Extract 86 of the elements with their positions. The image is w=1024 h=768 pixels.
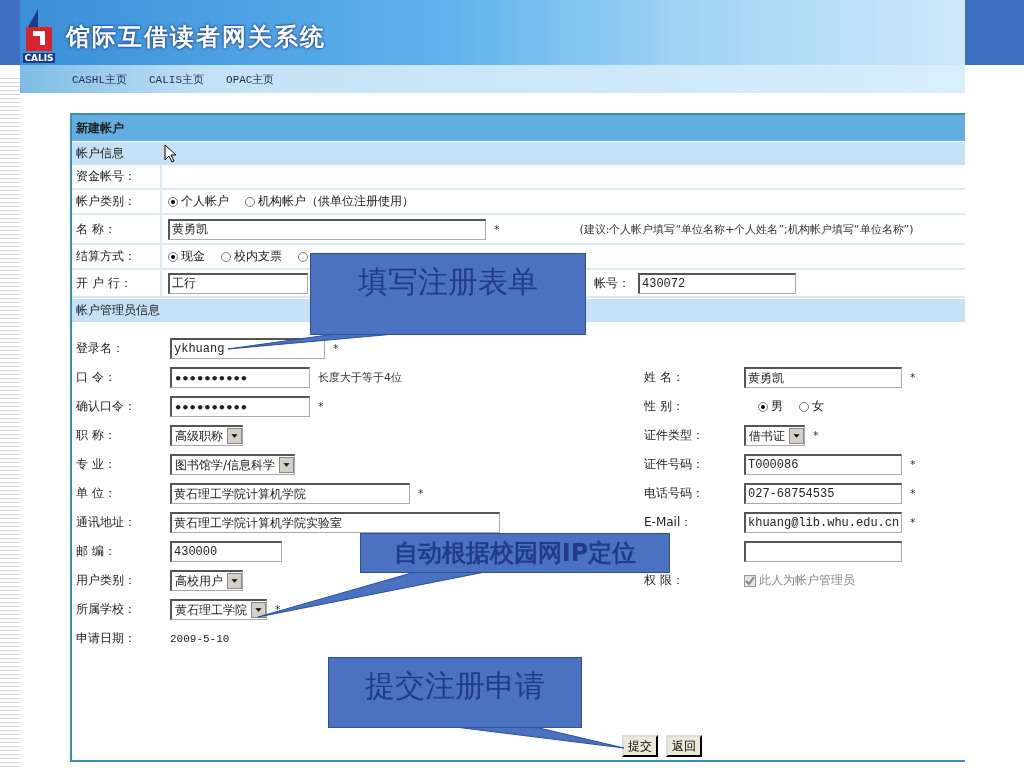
radio-label: 机构帐户（供单位注册使用） [258, 193, 414, 210]
field-label: 姓 名： [643, 369, 685, 386]
field-label: 资金帐号： [75, 168, 137, 185]
field-label: 性 别： [643, 398, 685, 415]
radio-label: 男 [771, 398, 783, 415]
site-title: 馆际互借读者网关系统 [66, 21, 326, 53]
dropdown[interactable]: 高校用户 [170, 570, 243, 591]
radio-label: 女 [812, 398, 824, 415]
field-label: 登录名： [75, 340, 125, 357]
date-text: 2009-5-10 [170, 632, 230, 645]
dropdown-caret-icon[interactable] [251, 602, 266, 618]
dropdown[interactable]: 黄石理工学院 [170, 599, 267, 620]
required-mark: * [494, 222, 500, 236]
field-label: 开 户 行： [75, 274, 133, 292]
radio-button[interactable] [758, 401, 768, 412]
checkbox-label: 此人为帐户管理员 [759, 572, 855, 589]
radio-button[interactable] [245, 196, 255, 207]
radio-label: 校内支票 [234, 248, 282, 265]
text-field[interactable] [744, 541, 902, 562]
text-field[interactable]: 黄石理工学院计算机学院实验室 [170, 512, 500, 533]
corner-block [965, 0, 1024, 65]
radio-button[interactable] [799, 401, 809, 412]
required-mark: * [318, 400, 324, 413]
radio-button[interactable] [221, 251, 231, 262]
field-label: 名 称： [75, 220, 117, 238]
radio-button[interactable] [168, 251, 178, 262]
text-field[interactable]: T000086 [744, 454, 902, 475]
cursor-icon [164, 144, 176, 163]
radio-button[interactable] [298, 251, 308, 262]
field-label: 电话号码： [643, 485, 705, 502]
field-label: 职 称： [75, 427, 117, 444]
nav-link[interactable]: CALIS主页 [149, 71, 205, 87]
field-label: 申请日期： [75, 630, 137, 647]
back-button[interactable]: 返回 [666, 735, 702, 757]
form-title: 新建帐户 [72, 115, 965, 141]
required-mark: * [910, 487, 916, 500]
dropdown[interactable]: 图书馆学/信息科学 [170, 454, 296, 475]
field-label: 用户类别： [75, 572, 137, 589]
field-hint: 长度大于等于4位 [318, 370, 402, 385]
field-label: 邮 编： [75, 543, 117, 560]
field-label: 所属学校： [75, 601, 137, 618]
field-label: 通讯地址： [75, 514, 137, 531]
dropdown-caret-icon[interactable] [227, 573, 242, 589]
field-label: 专 业： [75, 456, 117, 473]
password-field[interactable]: •••••••••• [170, 396, 310, 417]
required-mark: * [418, 487, 424, 500]
radio-label: 个人帐户 [181, 193, 229, 210]
dropdown[interactable]: 高级职称 [170, 425, 243, 446]
password-field[interactable]: •••••••••• [170, 367, 310, 388]
field-label: 单 位： [75, 485, 117, 502]
field-label: 确认口令： [75, 398, 137, 415]
radio-button[interactable] [168, 196, 178, 207]
field-label: E-Mail： [643, 514, 694, 531]
section-header: 帐户信息 [72, 141, 965, 165]
required-mark: * [910, 516, 916, 529]
required-mark: * [910, 371, 916, 384]
field-label: 结算方式： [75, 248, 137, 265]
text-field[interactable]: 黄勇凯 [168, 218, 486, 240]
text-field[interactable]: 430072 [638, 272, 796, 294]
field-label: 帐号： [594, 274, 630, 292]
required-mark: * [910, 458, 916, 471]
field-label: 证件类型： [643, 427, 705, 444]
dropdown-caret-icon[interactable] [279, 457, 295, 473]
required-mark: * [813, 429, 819, 442]
field-label: 帐户类别： [75, 193, 137, 210]
text-field[interactable]: 黄勇凯 [744, 367, 902, 388]
required-mark: * [275, 603, 281, 616]
text-field[interactable]: khuang@lib.whu.edu.cn [744, 512, 902, 533]
submit-button[interactable]: 提交 [622, 735, 658, 757]
text-field[interactable]: 430000 [170, 541, 282, 562]
callout: 自动根据校园网IP定位 [360, 533, 670, 573]
text-field[interactable]: 黄石理工学院计算机学院 [170, 483, 410, 504]
text-field[interactable]: 工行 [168, 272, 308, 294]
field-hint: (建议:个人帐户填写“单位名称+个人姓名”;机构帐户填写“单位名称”) [579, 221, 914, 237]
corner-block [0, 0, 20, 65]
dropdown-caret-icon[interactable] [227, 428, 242, 444]
nav-link[interactable]: OPAC主页 [226, 71, 275, 87]
radio-label: 现金 [181, 248, 205, 265]
dropdown[interactable]: 借书证 [744, 425, 805, 446]
field-label: 证件号码： [643, 456, 705, 473]
nav-link[interactable]: CASHL主页 [72, 71, 127, 87]
required-mark: * [333, 342, 339, 355]
field-label: 权 限： [643, 572, 685, 589]
text-field[interactable]: 027-68754535 [744, 483, 902, 504]
dropdown-caret-icon[interactable] [789, 428, 804, 444]
field-label: 口 令： [75, 369, 117, 386]
